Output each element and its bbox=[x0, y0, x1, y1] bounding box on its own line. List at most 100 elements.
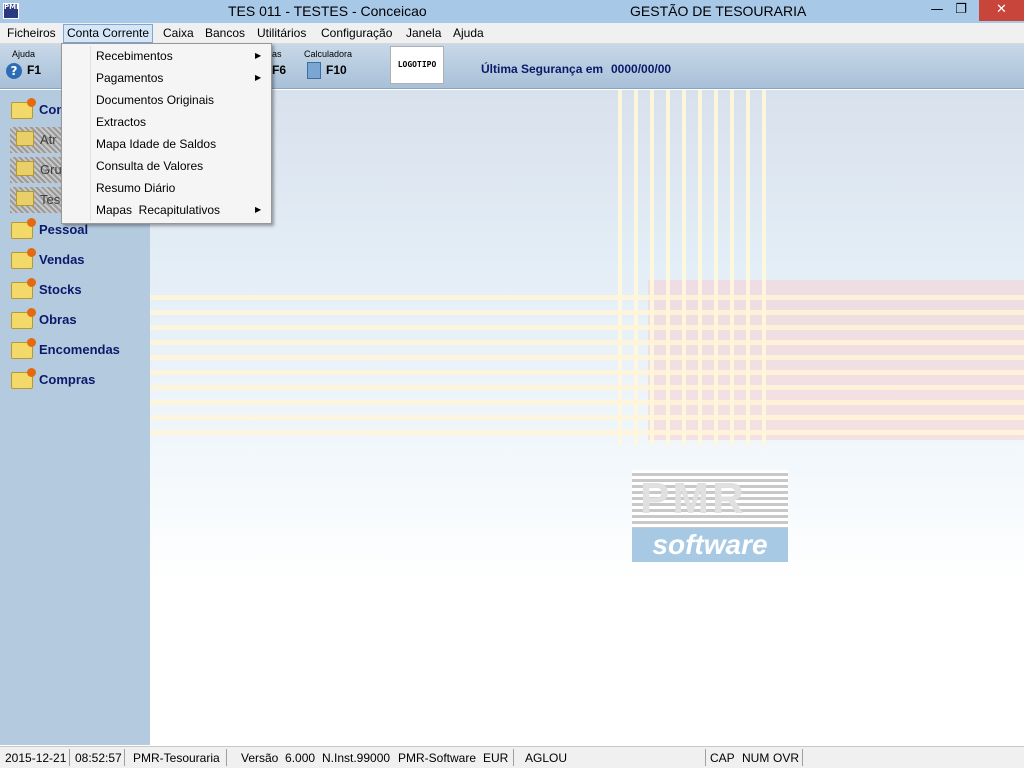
status-version: Versão 6.000 bbox=[241, 751, 316, 765]
menu-configuracao[interactable]: Configuração bbox=[318, 25, 395, 41]
status-installation: N.Inst.99000 bbox=[322, 751, 391, 765]
folder-icon bbox=[11, 218, 36, 239]
sidebar-item-encomendas[interactable]: Encomendas bbox=[8, 338, 148, 364]
folder-icon bbox=[11, 338, 36, 359]
pmr-software-logo: PMR software bbox=[632, 470, 788, 562]
restore-button[interactable]: ❐ bbox=[946, 0, 976, 21]
status-time: 08:52:57 bbox=[75, 751, 122, 765]
status-divider bbox=[124, 749, 125, 766]
decorative-stripe bbox=[650, 90, 654, 445]
decorative-stripe bbox=[666, 90, 670, 445]
security-label: Última Segurança em bbox=[481, 62, 604, 76]
menu-janela[interactable]: Janela bbox=[403, 25, 444, 41]
menu-item-recebimentos[interactable]: Recebimentos bbox=[96, 48, 173, 64]
status-cap: CAP bbox=[710, 751, 735, 765]
calculator-icon[interactable] bbox=[307, 62, 321, 79]
pmr-logo-bottom: software bbox=[632, 528, 788, 562]
app-icon[interactable]: PMR bbox=[3, 3, 19, 19]
app-heading: GESTÃO DE TESOURARIA bbox=[630, 3, 807, 19]
folder-icon bbox=[16, 161, 34, 176]
menu-caixa[interactable]: Caixa bbox=[160, 25, 197, 41]
menu-bancos[interactable]: Bancos bbox=[202, 25, 248, 41]
sidebar-item-label: Vendas bbox=[39, 252, 85, 267]
calculator-key[interactable]: F10 bbox=[326, 63, 347, 77]
folder-icon bbox=[11, 278, 36, 299]
decorative-stripe bbox=[730, 90, 734, 445]
sidebar-item-label: Obras bbox=[39, 312, 77, 327]
status-date: 2015-12-21 bbox=[5, 751, 67, 765]
workspace-background: PMR software bbox=[150, 90, 1024, 745]
decorative-stripe bbox=[682, 90, 686, 445]
menu-item-documentos-originais[interactable]: Documentos Originais bbox=[96, 92, 214, 108]
decorative-stripe bbox=[762, 90, 766, 445]
menu-icon-column-divider bbox=[90, 46, 91, 221]
decorative-stripe bbox=[634, 90, 638, 445]
decorative-stripe bbox=[714, 90, 718, 445]
pmr-logo-top: PMR bbox=[632, 470, 788, 528]
security-date: 0000/00/00 bbox=[611, 62, 672, 76]
sidebar-item-label: Stocks bbox=[39, 282, 82, 297]
menu-conta-corrente[interactable]: Conta Corrente bbox=[63, 24, 154, 43]
decorative-stripe bbox=[618, 90, 622, 445]
menu-utilitarios[interactable]: Utilitários bbox=[254, 25, 309, 41]
menu-ficheiros[interactable]: Ficheiros bbox=[4, 25, 59, 41]
menu-bar: Ficheiros Conta Corrente Caixa Bancos Ut… bbox=[0, 23, 1024, 44]
status-divider bbox=[226, 749, 227, 766]
decorative-stripe bbox=[150, 325, 1024, 330]
window-title: TES 011 - TESTES - Conceicao bbox=[228, 3, 427, 19]
status-divider bbox=[69, 749, 70, 766]
menu-item-resumo-diario[interactable]: Resumo Diário bbox=[96, 180, 175, 196]
status-app: PMR-Tesouraria bbox=[133, 751, 220, 765]
sidebar-subitem-label: Atr bbox=[40, 132, 57, 147]
decorative-stripe bbox=[150, 385, 1024, 390]
sidebar-item-label: Pessoal bbox=[39, 222, 89, 237]
menu-item-consulta-valores[interactable]: Consulta de Valores bbox=[96, 158, 203, 174]
submenu-arrow-icon: ▶ bbox=[255, 51, 262, 60]
folder-icon bbox=[16, 191, 34, 206]
help-key[interactable]: F1 bbox=[27, 63, 41, 77]
sidebar-item-compras[interactable]: Compras bbox=[8, 368, 148, 394]
logo-placeholder: LOGOTIPO bbox=[390, 46, 444, 84]
menu-item-mapas-recapitulativos[interactable]: Mapas Recapitulativos bbox=[96, 202, 220, 218]
status-num: NUM bbox=[742, 751, 770, 765]
sidebar-item-label: Encomendas bbox=[39, 342, 120, 357]
folder-icon bbox=[16, 131, 34, 146]
sidebar-item-vendas[interactable]: Vendas bbox=[8, 248, 148, 274]
menu-item-pagamentos[interactable]: Pagamentos bbox=[96, 70, 163, 86]
status-currency: EUR bbox=[483, 751, 509, 765]
caixas-label: as bbox=[272, 49, 282, 59]
help-label: Ajuda bbox=[12, 49, 36, 59]
decorative-stripe bbox=[746, 90, 750, 445]
decorative-stripe bbox=[150, 370, 1024, 375]
sidebar-item-stocks[interactable]: Stocks bbox=[8, 278, 148, 304]
calculator-label: Calculadora bbox=[304, 49, 353, 59]
decorative-stripe bbox=[150, 415, 1024, 420]
submenu-arrow-icon: ▶ bbox=[255, 73, 262, 82]
question-mark-icon[interactable]: ? bbox=[6, 63, 22, 79]
decorative-stripe bbox=[150, 430, 1024, 435]
status-divider bbox=[513, 749, 514, 766]
sidebar-subitem-label: Gru bbox=[40, 162, 62, 177]
status-bar: 2015-12-21 08:52:57 PMR-Tesouraria Versã… bbox=[0, 746, 1024, 768]
close-button[interactable]: ✕ bbox=[979, 0, 1024, 21]
decorative-stripe bbox=[150, 340, 1024, 345]
folder-icon bbox=[11, 308, 36, 329]
status-user: AGLOU bbox=[525, 751, 568, 765]
sidebar-subitem-label: Tes bbox=[40, 192, 61, 207]
status-ovr: OVR bbox=[773, 751, 800, 765]
menu-item-extractos[interactable]: Extractos bbox=[96, 114, 146, 130]
decorative-stripe bbox=[150, 295, 1024, 300]
menu-ajuda[interactable]: Ajuda bbox=[450, 25, 487, 41]
sidebar-item-label: Compras bbox=[39, 372, 96, 387]
caixas-key[interactable]: F6 bbox=[272, 63, 286, 77]
menu-item-mapa-idade-saldos[interactable]: Mapa Idade de Saldos bbox=[96, 136, 216, 152]
sidebar-item-obras[interactable]: Obras bbox=[8, 308, 148, 334]
status-divider bbox=[802, 749, 803, 766]
status-divider bbox=[705, 749, 706, 766]
decorative-stripe bbox=[150, 310, 1024, 315]
folder-icon bbox=[11, 98, 36, 119]
folder-icon bbox=[11, 248, 36, 269]
title-bar: PMR TES 011 - TESTES - Conceicao GESTÃO … bbox=[0, 0, 1024, 23]
decorative-stripe bbox=[150, 355, 1024, 360]
conta-corrente-dropdown: Recebimentos ▶ Pagamentos ▶ Documentos O… bbox=[61, 43, 272, 224]
